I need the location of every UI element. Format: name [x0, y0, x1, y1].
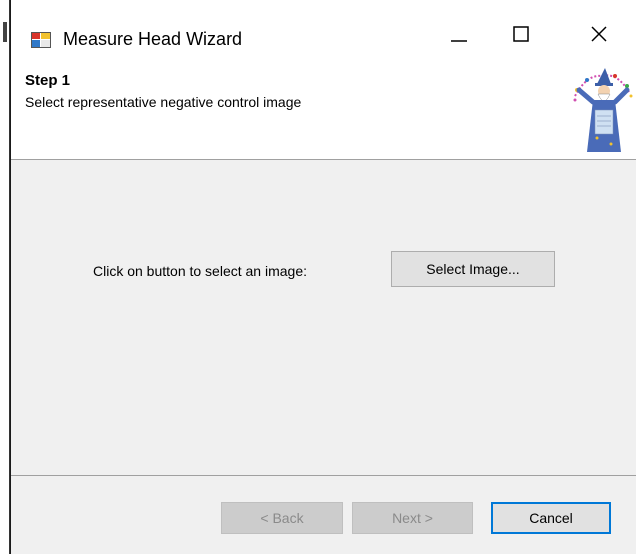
back-button[interactable]: < Back — [221, 502, 343, 534]
app-window-icon — [31, 32, 51, 48]
wizard-icon — [573, 68, 633, 152]
select-image-button[interactable]: Select Image... — [391, 251, 555, 287]
step-title: Step 1 — [25, 72, 71, 89]
title-bar[interactable]: Measure Head Wizard — [11, 0, 636, 60]
background-window-fragment — [3, 22, 7, 42]
maximize-icon — [513, 26, 529, 42]
wizard-dialog: Measure Head Wizard Step 1 Select repres… — [10, 0, 636, 554]
step-description: Select representative negative control i… — [25, 94, 302, 110]
minimize-button[interactable] — [431, 10, 487, 58]
window-title: Measure Head Wizard — [63, 29, 243, 49]
maximize-button[interactable] — [493, 10, 549, 58]
minimize-icon — [451, 40, 467, 42]
wizard-content: Click on button to select an image: Sele… — [11, 160, 636, 474]
close-button[interactable] — [571, 10, 627, 58]
close-icon — [591, 26, 607, 42]
select-image-prompt: Click on button to select an image: — [93, 263, 308, 279]
cancel-button[interactable]: Cancel — [491, 502, 611, 534]
background-edge — [0, 0, 10, 554]
footer-separator — [11, 475, 636, 476]
next-button[interactable]: Next > — [352, 502, 473, 534]
wizard-header: Step 1 Select representative negative co… — [11, 60, 636, 160]
